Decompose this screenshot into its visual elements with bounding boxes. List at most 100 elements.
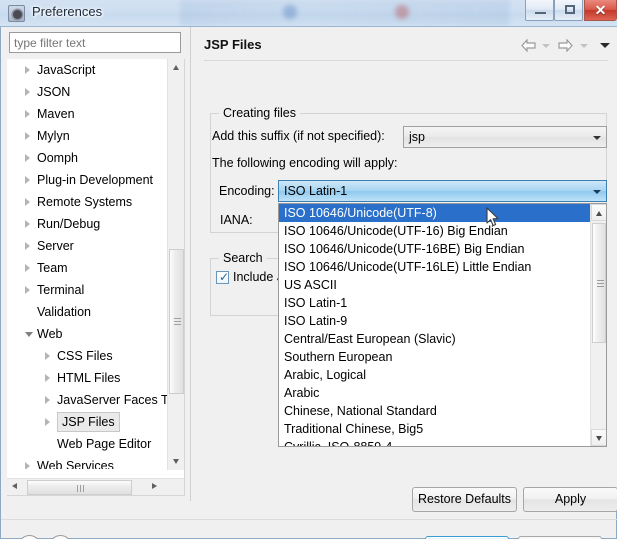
suffix-combo[interactable]: jsp [403,126,607,148]
triangle-down-icon[interactable] [25,332,33,337]
dropdown-item[interactable]: Arabic, Logical [279,366,591,384]
tree-item[interactable]: Validation [7,301,167,323]
dropdown-item[interactable]: Chinese, National Standard [279,402,591,420]
tree-vertical-scrollbar[interactable] [167,59,184,470]
tree-item[interactable]: JavaServer Faces T [7,389,167,411]
restore-defaults-button[interactable]: Restore Defaults [412,487,517,512]
tree-item[interactable]: Plug-in Development [7,169,167,191]
triangle-right-icon[interactable] [45,352,50,360]
dropdown-item[interactable]: Cyrillic, ISO-8859-4 [279,438,591,446]
page-navigation-toolbar [520,38,613,54]
triangle-right-icon[interactable] [45,374,50,382]
dropdown-item[interactable]: Southern European [279,348,591,366]
triangle-right-icon[interactable] [25,264,30,272]
chevron-down-icon[interactable] [541,43,550,48]
tree-item-label: Oomph [37,151,78,165]
tree-item[interactable]: Maven [7,103,167,125]
tree-horizontal-scrollbar[interactable] [7,478,184,495]
triangle-right-icon [152,483,157,489]
tree-item[interactable]: CSS Files [7,345,167,367]
triangle-right-icon[interactable] [25,286,30,294]
suffix-value: jsp [409,130,425,144]
triangle-right-icon[interactable] [25,88,30,96]
arrow-right-icon[interactable] [558,39,574,53]
dropdown-scrollbar-thumb[interactable] [592,223,606,343]
apply-button[interactable]: Apply [523,487,617,512]
triangle-right-icon[interactable] [25,176,30,184]
footer-separator [1,519,617,520]
tree-scroll-right-button[interactable] [147,479,164,495]
tree-item[interactable]: Team [7,257,167,279]
filter-input[interactable] [9,32,181,53]
dropdown-scroll-down-button[interactable] [591,429,606,446]
scrollbar-grip-icon [77,485,84,492]
chevron-down-filled-icon[interactable] [600,43,610,49]
tree-item-label: Web Services [37,459,114,469]
dropdown-item[interactable]: ISO 10646/Unicode(UTF-8) [279,204,591,222]
triangle-right-icon[interactable] [25,154,30,162]
tree-item[interactable]: Web Page Editor [7,433,167,455]
triangle-right-icon[interactable] [45,418,50,426]
triangle-right-icon[interactable] [25,242,30,250]
triangle-right-icon[interactable] [25,198,30,206]
include-jsp-checkbox[interactable]: ✓ [216,271,229,284]
tree-item[interactable]: Run/Debug [7,213,167,235]
dropdown-item[interactable]: Central/East European (Slavic) [279,330,591,348]
triangle-right-icon[interactable] [25,66,30,74]
triangle-right-icon[interactable] [45,396,50,404]
tree-scrollbar-thumb[interactable] [169,249,184,394]
chevron-down-icon[interactable] [589,181,606,201]
tree-item-label: HTML Files [57,371,121,385]
preferences-tree[interactable]: JavaScript JSON Maven Mylyn Oomph Plug-in Dev… [7,59,167,469]
tree-item-label: Mylyn [37,129,70,143]
dropdown-scrollbar[interactable] [590,204,606,446]
round-button-icon[interactable] [49,535,72,539]
close-button[interactable]: ✕ [584,0,617,21]
maximize-button[interactable] [554,0,583,21]
tree-item[interactable]: Terminal [7,279,167,301]
encoding-dropdown-list[interactable]: ISO 10646/Unicode(UTF-8) ISO 10646/Unicod… [278,203,607,447]
tree-scroll-down-button[interactable] [168,453,184,470]
tree-item[interactable]: Server [7,235,167,257]
triangle-right-icon[interactable] [25,110,30,118]
dropdown-item[interactable]: Arabic [279,384,591,402]
page-title: JSP Files [204,37,262,52]
dropdown-scroll-up-button[interactable] [591,204,606,221]
tree-item[interactable]: Remote Systems [7,191,167,213]
tree-item[interactable]: JavaScript [7,59,167,81]
iana-label: IANA: [220,213,253,227]
tree-hscrollbar-thumb[interactable] [27,480,132,495]
dropdown-item[interactable]: US ASCII [279,276,591,294]
triangle-right-icon[interactable] [25,220,30,228]
tree-item[interactable]: Mylyn [7,125,167,147]
tree-scroll-left-button[interactable] [7,479,24,495]
tree-item[interactable]: HTML Files [7,367,167,389]
arrow-left-icon[interactable] [520,39,536,53]
dropdown-item[interactable]: ISO Latin-1 [279,294,591,312]
triangle-right-icon[interactable] [25,132,30,140]
encoding-combo[interactable]: ISO Latin-1 [278,180,607,202]
dropdown-item[interactable]: ISO Latin-9 [279,312,591,330]
scrollbar-grip-icon [597,280,604,287]
dropdown-item[interactable]: ISO 10646/Unicode(UTF-16BE) Big Endian [279,240,591,258]
dropdown-item[interactable]: ISO 10646/Unicode(UTF-16LE) Little Endia… [279,258,591,276]
triangle-right-icon[interactable] [25,462,30,469]
tree-item[interactable]: Web [7,323,167,345]
tree-item-label: Terminal [37,283,85,297]
chevron-down-icon[interactable] [579,43,588,48]
title-bar[interactable]: Preferences ✕ [0,0,617,27]
dropdown-item[interactable]: ISO 10646/Unicode(UTF-16) Big Endian [279,222,591,240]
tree-item-label: JSON [37,85,71,99]
tree-item[interactable]: Web Services [7,455,167,469]
tree-container: JavaScript JSON Maven Mylyn Oomph Plug-in Dev… [7,59,185,496]
tree-scroll-up-button[interactable] [168,59,184,76]
creating-files-group-label: Creating files [219,106,300,120]
dropdown-items[interactable]: ISO 10646/Unicode(UTF-8) ISO 10646/Unicod… [279,204,591,446]
chevron-down-icon[interactable] [589,127,606,147]
tree-item[interactable]: JSON [7,81,167,103]
dropdown-item[interactable]: Traditional Chinese, Big5 [279,420,591,438]
minimize-button[interactable] [525,0,554,21]
help-question-icon[interactable]: ? [18,535,41,539]
tree-item[interactable]: JSP Files [7,411,167,433]
tree-item[interactable]: Oomph [7,147,167,169]
